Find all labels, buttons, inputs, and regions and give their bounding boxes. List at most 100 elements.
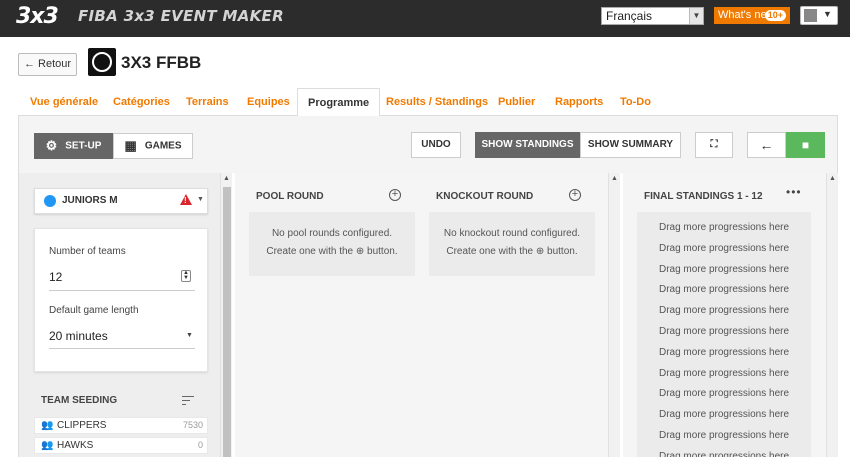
scroll-up-icon[interactable]: ▲ — [223, 175, 230, 182]
warning-icon: ! — [180, 194, 192, 205]
scroll-thumb[interactable] — [223, 187, 231, 457]
standing-slot[interactable]: Drag more progressions here — [637, 368, 811, 379]
knockout-round-title: KNOCKOUT ROUND — [436, 191, 534, 202]
standing-slot[interactable]: Drag more progressions here — [637, 326, 811, 337]
save-icon: ■ — [801, 138, 810, 152]
team-icon: 👥 — [41, 440, 54, 451]
scroll-up-icon[interactable]: ▲ — [611, 175, 618, 182]
standing-slot[interactable]: Drag more progressions here — [637, 264, 811, 275]
games-label: GAMES — [144, 140, 182, 152]
arrow-left-icon: ← — [759, 137, 774, 153]
standing-slot[interactable]: Drag more progressions here — [637, 305, 811, 316]
tab-results-standings[interactable]: Results / Standings — [386, 88, 488, 117]
division-settings-card: Number of teams 12 ▲ ▼ Default game lengt… — [34, 228, 208, 372]
team-seeding-title: TEAM SEEDING — [41, 395, 118, 406]
team-row[interactable]: 👥 CLIPPERS 7530 — [34, 417, 208, 434]
language-select[interactable]: Français ▼ — [601, 7, 704, 25]
back-arrow-button[interactable]: ← — [747, 132, 786, 158]
standing-slot[interactable]: Drag more progressions here — [637, 430, 811, 441]
teams-count-label: Number of teams — [49, 246, 126, 257]
team-icon: 👥 — [41, 420, 54, 431]
stepper-icon[interactable]: ▲ ▼ — [181, 270, 191, 282]
rounds-scrollbar[interactable]: ▲ — [608, 173, 620, 457]
fullscreen-icon: ⛶ — [710, 139, 718, 150]
fiba-3x3-logo: 3x3 — [16, 4, 59, 29]
rounds-panel: POOL ROUND + No pool rounds configured. … — [235, 173, 608, 457]
games-button[interactable]: ▦ GAMES — [113, 133, 193, 159]
final-standings-panel: FINAL STANDINGS 1 - 12 ••• Drag more pro… — [623, 173, 826, 457]
event-logo — [88, 48, 116, 76]
setup-panel: JUNIORS M ! ▼ Number of teams 12 ▲ ▼ Defa… — [18, 173, 220, 457]
caret-down-icon: ▼ — [186, 332, 193, 339]
setup-button[interactable]: ⚙ SET-UP — [34, 133, 113, 159]
save-button[interactable]: ■ — [786, 132, 825, 158]
standings-drop-zone[interactable]: Drag more progressions here Drag more pro… — [637, 212, 811, 457]
standing-slot[interactable]: Drag more progressions here — [637, 388, 811, 399]
game-length-label: Default game length — [49, 305, 139, 316]
arrow-left-icon: ← — [23, 58, 35, 70]
tab-programme[interactable]: Programme — [297, 88, 381, 117]
setup-label: SET-UP — [65, 140, 102, 152]
scroll-up-icon[interactable]: ▲ — [829, 175, 836, 182]
back-button[interactable]: ← Retour — [18, 53, 77, 76]
show-summary-button[interactable]: SHOW SUMMARY — [580, 132, 681, 158]
standing-slot[interactable]: Drag more progressions here — [637, 451, 811, 457]
final-standings-title: FINAL STANDINGS 1 - 12 — [644, 191, 763, 202]
team-name: CLIPPERS — [57, 420, 107, 431]
add-pool-round-icon[interactable]: + — [389, 189, 401, 201]
calendar-icon: ▦ — [124, 138, 137, 153]
tab-publier[interactable]: Publier — [498, 88, 535, 117]
pool-round-empty: No pool rounds configured. Create one wi… — [249, 212, 415, 276]
team-points: 7530 — [182, 420, 203, 430]
top-bar: 3x3 FIBA 3x3 EVENT MAKER Français ▼ What… — [0, 0, 850, 37]
main-tabs: Vue générale Catégories Terrains Equipes… — [18, 88, 838, 117]
pool-round-title: POOL ROUND — [256, 191, 324, 202]
chevron-down-icon: ▼ — [689, 8, 703, 24]
pool-empty-line1: No pool rounds configured. — [271, 228, 393, 239]
toolbar: ⚙ SET-UP ▦ GAMES UNDO SHOW STANDINGS SHOW … — [18, 116, 838, 173]
division-color-dot — [44, 195, 56, 207]
tab-terrains[interactable]: Terrains — [186, 88, 229, 117]
user-icon — [804, 9, 817, 22]
chevron-down-icon: ▼ — [823, 9, 832, 19]
standings-scrollbar[interactable]: ▲ — [826, 173, 838, 457]
add-knockout-round-icon[interactable]: + — [569, 189, 581, 201]
language-value: Français — [606, 9, 653, 23]
back-label: Retour — [38, 58, 72, 70]
standing-slot[interactable]: Drag more progressions here — [637, 409, 811, 420]
app-title: FIBA 3x3 EVENT MAKER — [78, 7, 284, 25]
teams-count-input[interactable]: 12 — [49, 270, 62, 284]
team-points: 0 — [197, 440, 203, 450]
more-options-icon[interactable]: ••• — [786, 185, 802, 199]
whats-new-badge: 10+ — [764, 10, 786, 21]
left-panel-scrollbar[interactable]: ▲ — [220, 173, 232, 457]
tab-equipes[interactable]: Equipes — [247, 88, 290, 117]
tab-to-do[interactable]: To-Do — [620, 88, 651, 117]
event-title: 3X3 FFBB — [121, 53, 202, 72]
divider — [49, 348, 195, 349]
standing-slot[interactable]: Drag more progressions here — [637, 347, 811, 358]
standing-slot[interactable]: Drag more progressions here — [637, 243, 811, 254]
team-row[interactable]: 👥 HAWKS 0 — [34, 437, 208, 454]
gear-icon: ⚙ — [45, 138, 58, 153]
knockout-empty-line1: No knockout round configured. — [443, 228, 581, 239]
whats-new-button[interactable]: What's new 10+ — [714, 7, 790, 24]
standing-slot[interactable]: Drag more progressions here — [637, 284, 811, 295]
division-name: JUNIORS M — [62, 195, 118, 206]
show-standings-button[interactable]: SHOW STANDINGS — [475, 132, 580, 158]
user-menu-button[interactable]: ▼ — [800, 6, 838, 25]
team-name: HAWKS — [57, 440, 94, 451]
fullscreen-button[interactable]: ⛶ — [695, 132, 733, 158]
division-select[interactable]: JUNIORS M ! ▼ — [34, 188, 208, 214]
caret-down-icon: ▼ — [197, 196, 204, 203]
game-length-select[interactable]: 20 minutes — [49, 329, 108, 343]
sort-icon[interactable] — [182, 395, 194, 405]
pool-empty-line2: Create one with the ⊕ button. — [266, 246, 398, 257]
tab-categories[interactable]: Catégories — [113, 88, 170, 117]
tab-rapports[interactable]: Rapports — [555, 88, 603, 117]
knockout-empty-line2: Create one with the ⊕ button. — [446, 246, 578, 257]
undo-button[interactable]: UNDO — [411, 132, 461, 158]
tab-vue-generale[interactable]: Vue générale — [30, 88, 98, 117]
standing-slot[interactable]: Drag more progressions here — [637, 222, 811, 233]
divider — [49, 290, 195, 291]
